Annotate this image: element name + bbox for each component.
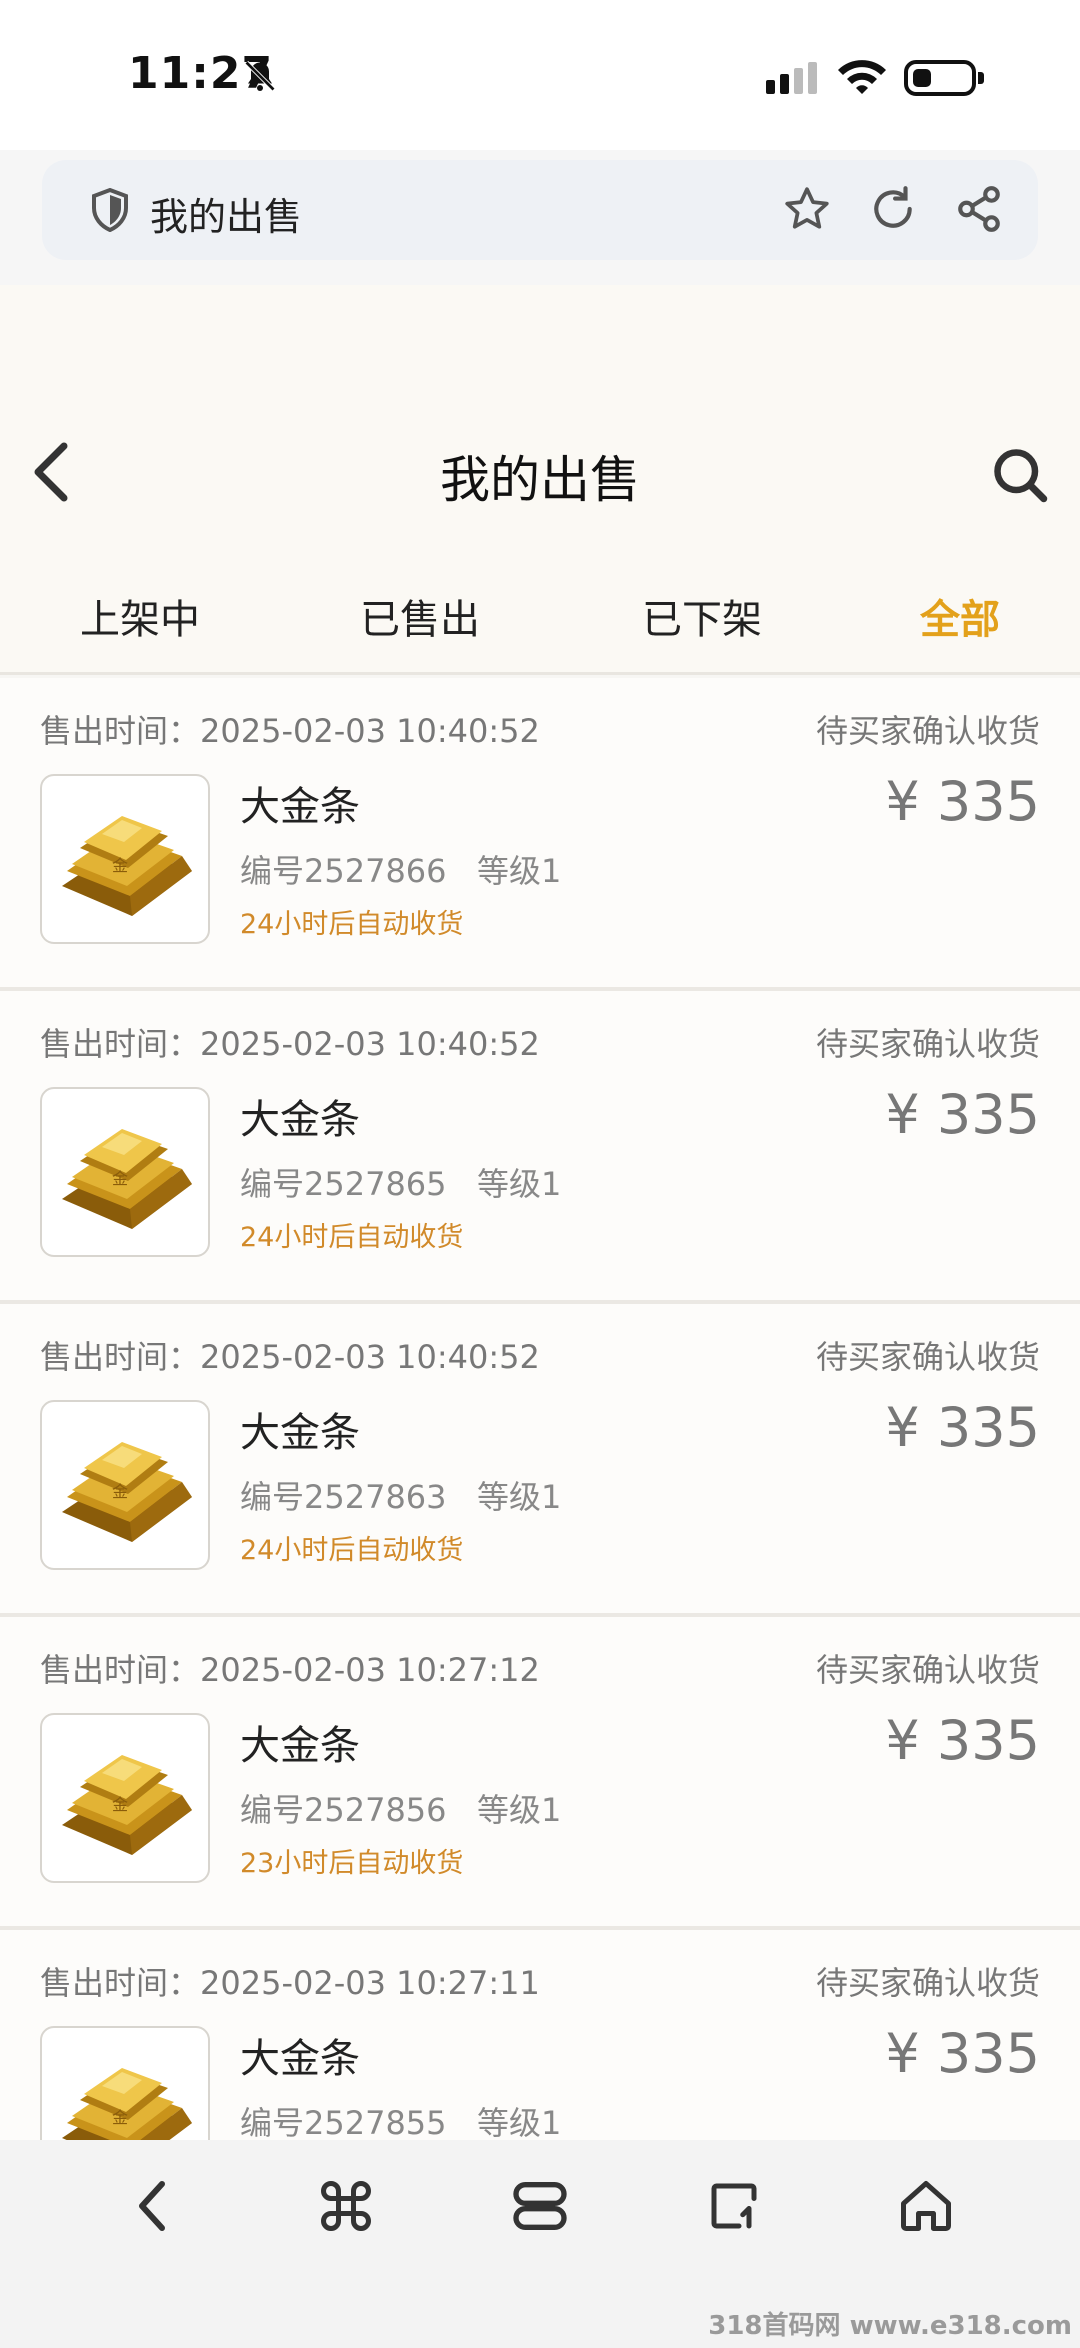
share-icon[interactable] [954, 184, 1004, 234]
order-status: 待买家确认收货 [815, 712, 1040, 750]
tab-on-sale[interactable]: 上架中 [80, 587, 200, 645]
order-status: 待买家确认收货 [815, 1338, 1040, 1376]
order-status: 待买家确认收货 [815, 1964, 1040, 2002]
gold-bar-icon: 金 [62, 1129, 192, 1229]
item-name: 大金条 [240, 2036, 360, 2082]
rotate-icon[interactable] [704, 2174, 764, 2238]
home-icon[interactable] [896, 2174, 956, 2238]
browser-url-bar[interactable]: 我的出售 [42, 160, 1038, 260]
sold-time: 售出时间：2025-02-03 10:27:12 [40, 1651, 540, 1689]
gold-bar-thumbnail[interactable]: 金 [40, 1087, 210, 1257]
star-icon[interactable] [782, 184, 832, 234]
url-title[interactable]: 我的出售 [150, 186, 302, 241]
tab-bar: 上架中 已售出 已下架 全部 [0, 575, 1080, 665]
gold-bar-thumbnail[interactable]: 金 [40, 1400, 210, 1570]
item-name: 大金条 [240, 784, 360, 830]
command-icon[interactable] [316, 2174, 376, 2238]
item-name: 大金条 [240, 1723, 360, 1769]
item-price: ¥ 335 [885, 2022, 1040, 2085]
item-meta: 编号2527865 等级1 [240, 1165, 562, 1203]
svg-text:金: 金 [112, 2108, 128, 2127]
auto-receive-note: 24小时后自动收货 [240, 1535, 464, 1566]
item-meta: 编号2527855 等级1 [240, 2104, 562, 2140]
order-card[interactable]: 售出时间：2025-02-03 10:27:11 待买家确认收货 金 大金条 编… [0, 1930, 1080, 2140]
svg-text:金: 金 [112, 1169, 128, 1188]
item-price: ¥ 335 [885, 770, 1040, 833]
gold-bar-thumbnail[interactable]: 金 [40, 2026, 210, 2140]
back-nav-icon[interactable] [130, 2174, 174, 2238]
item-name: 大金条 [240, 1097, 360, 1143]
gold-bar-thumbnail[interactable]: 金 [40, 774, 210, 944]
gold-bar-icon: 金 [62, 1442, 192, 1542]
auto-receive-note: 23小时后自动收货 [240, 1848, 464, 1879]
auto-receive-note: 24小时后自动收货 [240, 909, 464, 940]
item-meta: 编号2527863 等级1 [240, 1478, 562, 1516]
page-title: 我的出售 [440, 451, 640, 509]
item-price: ¥ 335 [885, 1396, 1040, 1459]
sold-time: 售出时间：2025-02-03 10:40:52 [40, 1338, 540, 1376]
browser-bottom-nav: 318首码网 www.e318.com [0, 2140, 1080, 2348]
item-price: ¥ 335 [885, 1709, 1040, 1772]
gold-bar-thumbnail[interactable]: 金 [40, 1713, 210, 1883]
order-status: 待买家确认收货 [815, 1651, 1040, 1689]
search-icon[interactable] [990, 445, 1050, 505]
shield-icon [92, 188, 128, 232]
page-header: 我的出售 上架中 已售出 已下架 全部 [0, 285, 1080, 675]
order-status: 待买家确认收货 [815, 1025, 1040, 1063]
order-card[interactable]: 售出时间：2025-02-03 10:40:52 待买家确认收货 金 大金条 编… [0, 678, 1080, 991]
order-card[interactable]: 售出时间：2025-02-03 10:40:52 待买家确认收货 金 大金条 编… [0, 991, 1080, 1304]
gold-bar-icon: 金 [62, 816, 192, 916]
svg-text:金: 金 [112, 856, 128, 875]
item-name: 大金条 [240, 1410, 360, 1456]
tab-all[interactable]: 全部 [920, 587, 1000, 645]
sold-time: 售出时间：2025-02-03 10:27:11 [40, 1964, 540, 2002]
signal-icon [766, 62, 817, 94]
order-card[interactable]: 售出时间：2025-02-03 10:40:52 待买家确认收货 金 大金条 编… [0, 1304, 1080, 1617]
auto-receive-note: 24小时后自动收货 [240, 1222, 464, 1253]
order-card[interactable]: 售出时间：2025-02-03 10:27:12 待买家确认收货 金 大金条 编… [0, 1617, 1080, 1930]
battery-icon [904, 60, 984, 96]
svg-text:金: 金 [112, 1795, 128, 1814]
page-content: 我的出售 上架中 已售出 已下架 全部 售出时间：2025-02-03 10:4… [0, 285, 1080, 2140]
reload-icon[interactable] [868, 184, 918, 234]
gold-bar-icon: 金 [62, 2068, 192, 2140]
tab-delisted[interactable]: 已下架 [642, 587, 762, 645]
tabs-icon[interactable] [508, 2174, 572, 2238]
item-price: ¥ 335 [885, 1083, 1040, 1146]
item-meta: 编号2527866 等级1 [240, 852, 562, 890]
watermark: 318首码网 www.e318.com [708, 2311, 1072, 2341]
svg-text:金: 金 [112, 1482, 128, 1501]
bell-muted-icon [244, 60, 276, 92]
sold-time: 售出时间：2025-02-03 10:40:52 [40, 712, 540, 750]
gold-bar-icon: 金 [62, 1755, 192, 1855]
item-meta: 编号2527856 等级1 [240, 1791, 562, 1829]
wifi-icon [838, 60, 886, 94]
status-bar: 11:27 [0, 0, 1080, 150]
order-list: 售出时间：2025-02-03 10:40:52 待买家确认收货 金 大金条 编… [0, 678, 1080, 2140]
sold-time: 售出时间：2025-02-03 10:40:52 [40, 1025, 540, 1063]
tab-sold[interactable]: 已售出 [360, 587, 480, 645]
